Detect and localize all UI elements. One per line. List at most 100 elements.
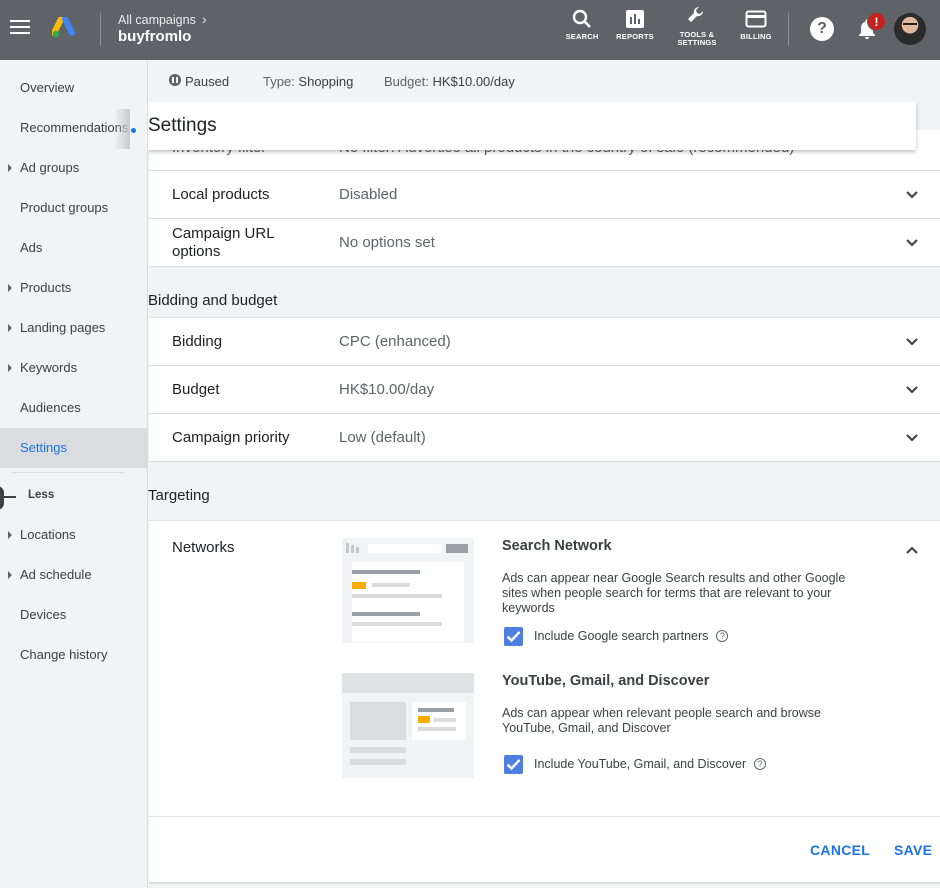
sidebar-item-label: Devices	[20, 607, 67, 622]
expand-arrow-icon	[8, 364, 12, 372]
recommendations-dot-indicator	[131, 128, 136, 133]
collapse-icon	[4, 496, 16, 498]
account-avatar[interactable]	[894, 13, 926, 45]
sidebar-item-ad-groups[interactable]: Ad groups	[0, 148, 148, 188]
row-value: HK$10.00/day	[339, 381, 435, 398]
label-line: Campaign URL	[172, 225, 275, 242]
display-network-heading: YouTube, Gmail, and Discover	[502, 673, 710, 689]
sidebar-item-label: Keywords	[20, 360, 78, 375]
cancel-button[interactable]: CANCEL	[810, 842, 870, 858]
section-targeting: Targeting	[148, 487, 210, 504]
section-bidding-and-budget: Bidding and budget	[148, 292, 278, 309]
wrench-icon	[688, 6, 704, 22]
sidebar-item-devices[interactable]: Devices	[0, 595, 148, 635]
sidebar-item-change-history[interactable]: Change history	[0, 635, 148, 675]
sidebar-item-label: Product groups	[20, 200, 109, 215]
search-partners-label: Include Google search partners?	[534, 629, 729, 643]
search-network-description: Ads can appear near Google Search result…	[502, 571, 846, 615]
help-icon[interactable]: ?	[716, 630, 729, 642]
type-key: Type:	[263, 74, 295, 89]
sidebar-item-label: Landing pages	[20, 320, 106, 335]
sidebar-item-ads[interactable]: Ads	[0, 228, 148, 268]
row-label: Bidding	[172, 333, 223, 350]
budget-key: Budget:	[384, 74, 429, 89]
search-network-illustration	[342, 538, 474, 643]
sidebar-item-overview[interactable]: Overview	[0, 68, 148, 108]
sidebar-item-audiences[interactable]: Audiences	[0, 388, 148, 428]
campaign-status-bar: Paused Type: Shopping Budget: HK$10.00/d…	[149, 62, 940, 102]
expand-arrow-icon	[8, 284, 12, 292]
budget-row[interactable]: Budget HK$10.00/day	[149, 365, 940, 413]
save-button[interactable]: SAVE	[894, 842, 932, 858]
sidebar-item-label: Locations	[20, 527, 76, 542]
chevron-down-icon	[906, 338, 918, 346]
campaign-name[interactable]: buyfromlo	[118, 28, 191, 45]
less-toggle[interactable]: Less	[28, 489, 54, 501]
sidebar-item-label: Overview	[20, 80, 75, 95]
billing-button-label: BILLING	[740, 32, 772, 41]
budget-value: HK$10.00/day	[432, 74, 515, 89]
row-label: Local products	[172, 186, 270, 203]
tools-settings-button[interactable]: TOOLS & SETTINGS	[669, 4, 725, 48]
sidebar-item-settings[interactable]: Settings	[0, 428, 148, 468]
search-button[interactable]: SEARCH	[554, 8, 610, 52]
networks-label: Networks	[172, 539, 235, 556]
help-icon[interactable]: ?	[810, 17, 834, 41]
sidebar-item-landing-pages[interactable]: Landing pages	[0, 308, 148, 348]
expand-arrow-icon	[8, 324, 12, 332]
local-products-row[interactable]: Local products Disabled	[149, 170, 940, 218]
tools-label-line2: SETTINGS	[677, 38, 717, 47]
sidebar-item-label: Change history	[20, 647, 108, 662]
chevron-down-icon	[906, 239, 918, 247]
sidebar-item-locations[interactable]: Locations	[0, 515, 148, 555]
drag-handle[interactable]	[0, 486, 4, 510]
campaign-budget[interactable]: Budget: HK$10.00/day	[384, 74, 515, 89]
divider	[788, 12, 789, 46]
checkmark-icon	[506, 759, 521, 771]
reports-button[interactable]: REPORTS	[607, 8, 663, 52]
settings-content: Settings Inventory filter No filter: Adv…	[148, 102, 940, 888]
row-value: No options set	[339, 234, 435, 251]
search-partners-checkbox[interactable]	[504, 627, 523, 646]
row-value: Disabled	[339, 186, 398, 203]
checkbox-label-text: Include YouTube, Gmail, and Discover	[534, 757, 747, 771]
row-label: Budget	[172, 381, 220, 398]
page-title: Settings	[148, 102, 916, 150]
help-icon[interactable]: ?	[754, 758, 767, 770]
display-network-checkbox[interactable]	[504, 755, 523, 774]
checkbox-label-text: Include Google search partners	[534, 629, 709, 643]
chevron-right-icon: ›	[202, 11, 207, 27]
display-network-description: Ads can appear when relevant people sear…	[502, 706, 821, 735]
display-network-illustration	[342, 673, 474, 778]
campaign-url-options-row[interactable]: Campaign URL options No options set	[149, 218, 940, 266]
expand-arrow-icon	[8, 531, 12, 539]
notification-badge: !	[867, 12, 886, 31]
menu-icon[interactable]	[8, 16, 32, 40]
breadcrumb-all-campaigns[interactable]: All campaigns	[118, 13, 196, 27]
divider	[100, 12, 101, 46]
bidding-card: Bidding CPC (enhanced) Budget HK$10.00/d…	[149, 317, 940, 462]
row-value: Low (default)	[339, 429, 426, 446]
sidebar-item-keywords[interactable]: Keywords	[0, 348, 148, 388]
action-footer: CANCEL SAVE	[149, 816, 940, 884]
expand-arrow-icon	[8, 164, 12, 172]
sidebar-item-product-groups[interactable]: Product groups	[0, 188, 148, 228]
sidebar-item-label: Recommendations	[20, 120, 129, 135]
billing-button[interactable]: BILLING	[728, 8, 784, 52]
left-navigation: Overview Recommendations Ad groups Produ…	[0, 60, 148, 888]
bidding-row[interactable]: Bidding CPC (enhanced)	[149, 317, 940, 365]
chevron-down-icon	[906, 191, 918, 199]
sidebar-item-label: Products	[20, 280, 72, 295]
pause-icon	[169, 74, 181, 86]
chevron-down-icon	[906, 434, 918, 442]
campaign-type: Type: Shopping	[263, 74, 353, 89]
credit-card-icon	[745, 10, 767, 28]
reports-icon	[626, 10, 644, 28]
chevron-up-icon[interactable]	[905, 543, 919, 557]
campaign-status[interactable]: Paused	[185, 74, 229, 89]
google-ads-logo	[52, 17, 75, 38]
sidebar-item-ad-schedule[interactable]: Ad schedule	[0, 555, 148, 595]
sidebar-item-products[interactable]: Products	[0, 268, 148, 308]
campaign-priority-row[interactable]: Campaign priority Low (default)	[149, 413, 940, 461]
search-network-heading: Search Network	[502, 538, 612, 554]
